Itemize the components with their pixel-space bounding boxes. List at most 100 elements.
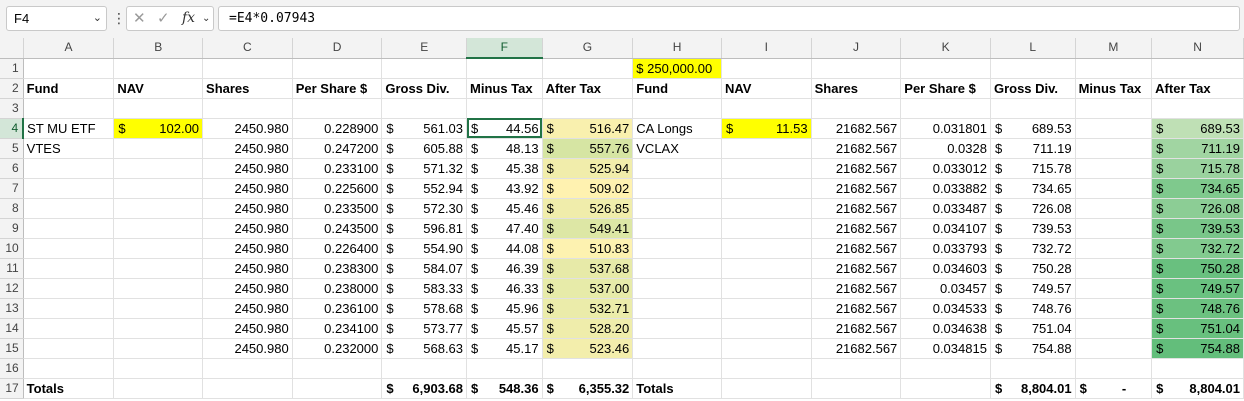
cell-C3[interactable] [202, 98, 293, 119]
cell-G8[interactable]: $526.85 [542, 198, 634, 219]
cell-F3[interactable] [466, 98, 543, 119]
cell-I14[interactable] [721, 318, 812, 339]
cell-A6[interactable] [23, 158, 115, 179]
cell-M1[interactable] [1075, 58, 1153, 79]
cell-N7[interactable]: $734.65 [1151, 178, 1244, 199]
row-header-13[interactable]: 13 [0, 298, 24, 319]
row-header-16[interactable]: 16 [0, 358, 24, 379]
cell-M13[interactable] [1075, 298, 1153, 319]
cell-J16[interactable] [811, 358, 902, 379]
column-header-J[interactable]: J [811, 38, 902, 59]
cell-H1[interactable]: $ 250,000.00 [632, 58, 722, 79]
cell-G16[interactable] [542, 358, 634, 379]
row-header-4[interactable]: 4 [0, 118, 25, 139]
cell-L11[interactable]: $750.28 [990, 258, 1076, 279]
cell-H3[interactable] [632, 98, 722, 119]
row-header-1[interactable]: 1 [0, 58, 24, 79]
cell-D2[interactable]: Per Share $ [292, 78, 383, 99]
cell-L14[interactable]: $751.04 [990, 318, 1076, 339]
cell-E4[interactable]: $561.03 [381, 118, 468, 139]
cell-C6[interactable]: 2450.980 [202, 158, 293, 179]
cell-N10[interactable]: $732.72 [1151, 238, 1244, 259]
cell-K15[interactable]: 0.034815 [900, 338, 991, 359]
cell-H9[interactable] [632, 218, 722, 239]
cell-E13[interactable]: $578.68 [381, 298, 468, 319]
row-header-12[interactable]: 12 [0, 278, 24, 299]
cell-A16[interactable] [23, 358, 115, 379]
cell-E7[interactable]: $552.94 [381, 178, 468, 199]
cell-B16[interactable] [113, 358, 204, 379]
cell-I15[interactable] [721, 338, 812, 359]
cell-L16[interactable] [990, 358, 1076, 379]
cell-B3[interactable] [113, 98, 204, 119]
cell-F10[interactable]: $44.08 [466, 238, 543, 259]
cell-H12[interactable] [632, 278, 722, 299]
cell-I12[interactable] [721, 278, 812, 299]
cell-L17[interactable]: $8,804.01 [990, 378, 1076, 399]
cell-N11[interactable]: $750.28 [1151, 258, 1244, 279]
cell-G5[interactable]: $557.76 [542, 138, 634, 159]
cell-K13[interactable]: 0.034533 [900, 298, 991, 319]
cell-B11[interactable] [113, 258, 204, 279]
cell-H8[interactable] [632, 198, 722, 219]
cell-C4[interactable]: 2450.980 [202, 118, 293, 139]
cell-J12[interactable]: 21682.567 [811, 278, 902, 299]
cell-B13[interactable] [113, 298, 204, 319]
column-header-D[interactable]: D [292, 38, 383, 59]
cell-E15[interactable]: $568.63 [381, 338, 468, 359]
cell-I2[interactable]: NAV [721, 78, 812, 99]
cell-H15[interactable] [632, 338, 722, 359]
cell-A13[interactable] [23, 298, 115, 319]
cell-F2[interactable]: Minus Tax [466, 78, 543, 99]
cell-H4[interactable]: CA Longs [632, 118, 722, 139]
column-header-B[interactable]: B [113, 38, 204, 59]
cell-B6[interactable] [113, 158, 204, 179]
cell-G6[interactable]: $525.94 [542, 158, 634, 179]
cell-A14[interactable] [23, 318, 115, 339]
row-header-6[interactable]: 6 [0, 158, 24, 179]
cell-F4[interactable]: $44.56 [466, 118, 543, 139]
cell-H16[interactable] [632, 358, 722, 379]
cell-F15[interactable]: $45.17 [466, 338, 543, 359]
cell-A17[interactable]: Totals [23, 378, 115, 399]
row-header-8[interactable]: 8 [0, 198, 24, 219]
cell-F7[interactable]: $43.92 [466, 178, 543, 199]
cell-D17[interactable] [292, 378, 383, 399]
cell-B8[interactable] [113, 198, 204, 219]
cell-G15[interactable]: $523.46 [542, 338, 634, 359]
cell-E16[interactable] [381, 358, 468, 379]
cell-M12[interactable] [1075, 278, 1153, 299]
column-header-H[interactable]: H [632, 38, 722, 59]
cell-N4[interactable]: $689.53 [1151, 118, 1244, 139]
cell-N16[interactable] [1151, 358, 1244, 379]
cell-G7[interactable]: $509.02 [542, 178, 634, 199]
cell-B14[interactable] [113, 318, 204, 339]
cell-N15[interactable]: $754.88 [1151, 338, 1244, 359]
cell-B12[interactable] [113, 278, 204, 299]
cell-G13[interactable]: $532.71 [542, 298, 634, 319]
cell-D16[interactable] [292, 358, 383, 379]
cell-J3[interactable] [811, 98, 902, 119]
cell-F5[interactable]: $48.13 [466, 138, 543, 159]
cell-G12[interactable]: $537.00 [542, 278, 634, 299]
cell-L15[interactable]: $754.88 [990, 338, 1076, 359]
cell-L4[interactable]: $689.53 [990, 118, 1076, 139]
cell-J11[interactable]: 21682.567 [811, 258, 902, 279]
cell-K4[interactable]: 0.031801 [900, 118, 991, 139]
cell-E14[interactable]: $573.77 [381, 318, 468, 339]
cell-C2[interactable]: Shares [202, 78, 293, 99]
cell-F11[interactable]: $46.39 [466, 258, 543, 279]
cell-N1[interactable] [1151, 58, 1244, 79]
cell-A1[interactable] [23, 58, 115, 79]
cell-A10[interactable] [23, 238, 115, 259]
cell-I4[interactable]: $11.53 [721, 118, 812, 139]
cell-B4[interactable]: $102.00 [113, 118, 204, 139]
cell-N12[interactable]: $749.57 [1151, 278, 1244, 299]
cell-N14[interactable]: $751.04 [1151, 318, 1244, 339]
cell-F9[interactable]: $47.40 [466, 218, 543, 239]
cell-E11[interactable]: $584.07 [381, 258, 468, 279]
cell-K6[interactable]: 0.033012 [900, 158, 991, 179]
cell-K8[interactable]: 0.033487 [900, 198, 991, 219]
cell-C14[interactable]: 2450.980 [202, 318, 293, 339]
cell-K10[interactable]: 0.033793 [900, 238, 991, 259]
